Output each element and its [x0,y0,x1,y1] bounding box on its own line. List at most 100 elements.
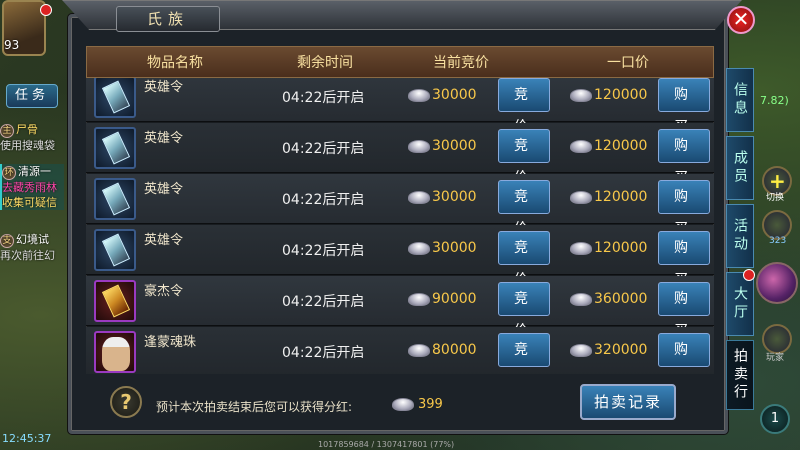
auction-record-button[interactable]: 拍卖记录 [580,384,676,420]
portrait-face [102,337,130,371]
silver-ingot-icon [408,242,430,255]
quest-main[interactable]: 主尸骨 使用搜魂袋 [0,122,64,153]
buyout-price: 120000 [594,87,648,103]
tab-info[interactable]: 信息 [726,68,754,132]
hero-token-icon[interactable] [94,78,136,118]
buyout-price: 120000 [594,138,648,154]
current-bid: 30000 [432,189,477,205]
quest-tag: 环 [2,166,16,180]
switch-label: 切换 [766,193,785,203]
notification-dot [40,4,52,16]
buyout-price: 120000 [594,189,648,205]
silver-ingot-icon [408,191,430,204]
tab-members[interactable]: 成员 [726,136,754,200]
time-left: 04:22后开启 [282,243,365,259]
game-clock: 12:45:37 [2,432,52,445]
quest-title: 幻境试 [16,233,49,246]
item-name: 英雄令 [144,182,184,197]
coordinate-readout: 7.82) [760,94,789,107]
table-row: 英雄令 04:22后开启 30000 竞 价 120000 购 买 [86,174,714,237]
token-shape [101,131,131,165]
token-shape [101,233,131,267]
bid-button[interactable]: 竞 价 [498,78,550,135]
table-row: 英雄令 04:22后开启 30000 竞 价 120000 购 买 [86,123,714,186]
item-name: 英雄令 [144,80,184,95]
silver-ingot-icon [570,140,592,153]
buyout-price: 120000 [594,240,648,256]
auction-rows: 英雄令04:22后开启30000竞 价120000购 买英雄令04:22后开启3… [86,78,714,374]
skill-orb-button[interactable] [756,262,798,304]
silver-ingot-icon [570,242,592,255]
silver-ingot-icon [570,191,592,204]
column-header-current-bid: 当前竞价 [433,55,489,71]
current-bid: 30000 [432,87,477,103]
tab-activity[interactable]: 活动 [726,204,754,268]
buy-button[interactable]: 购 买 [658,180,710,237]
player-label: 玩家 [766,353,785,363]
buy-button[interactable]: 购 买 [658,78,710,135]
quest-title: 尸骨 [16,123,38,136]
tab-label: 拍卖行 [732,348,748,402]
silver-ingot-icon [570,293,592,306]
buy-button[interactable]: 购 买 [658,231,710,288]
quest-detail: 使用搜魂袋 [0,139,55,152]
quest-detail: 再次前往幻 [0,249,55,262]
buy-button[interactable]: 购 买 [658,333,710,367]
quest-side[interactable]: 支幻境试 再次前往幻 [0,232,64,263]
quest-detail: 去藏秀雨林 [2,181,57,194]
bid-button[interactable]: 竞 价 [498,129,550,186]
buyout-price: 360000 [594,291,648,307]
help-icon[interactable]: ? [110,386,142,418]
dividend-value: 399 [418,397,443,412]
quest-tag: 主 [0,124,14,138]
bid-button[interactable]: 竞 价 [498,180,550,237]
column-header-buyout: 一口价 [607,55,649,71]
bid-button[interactable]: 竞 价 [498,282,550,339]
table-row: 英雄令 04:22后开启 30000 竞 价 120000 购 买 [86,78,714,135]
close-button[interactable]: ✕ [727,6,755,34]
buy-button[interactable]: 购 买 [658,282,710,339]
champion-token-icon[interactable] [94,280,136,322]
quest-title: 清源一 [18,165,51,178]
item-name: 豪杰令 [144,284,184,299]
bid-button[interactable]: 竞 价 [498,231,550,288]
token-shape [101,284,131,318]
corner-badge[interactable]: 1 [760,404,790,434]
debug-readout: 1017859684 / 1307417801 (77%) [318,440,455,449]
quest-tag: 支 [0,234,14,248]
current-bid: 90000 [432,291,477,307]
column-header-item-name: 物品名称 [147,55,203,71]
token-shape [101,80,131,114]
tab-label: 信息 [732,82,748,118]
time-left: 04:22后开启 [282,192,365,208]
table-header: 物品名称 剩余时间 当前竞价 一口价 [86,46,714,78]
buy-button[interactable]: 购 买 [658,129,710,186]
sword-count: 323 [769,236,787,246]
dialog-footer: ? 预计本次拍卖结束后您可以获得分红: 399 拍卖记录 [86,378,714,426]
tab-label: 大厅 [732,286,748,322]
soul-orb-portrait-icon[interactable] [94,331,136,373]
task-tab[interactable]: 任务 [6,84,58,108]
silver-ingot-icon [570,344,592,357]
silver-ingot-icon [408,293,430,306]
tab-auction-house[interactable]: 拍卖行 [726,340,754,410]
hero-token-icon[interactable] [94,178,136,220]
time-left: 04:22后开启 [282,90,365,106]
dialog-title: 氏族 [116,6,220,32]
quest-ring[interactable]: 环清源一 去藏秀雨林 收集可疑信 [0,164,64,210]
silver-ingot-icon [408,140,430,153]
bid-button[interactable]: 竞 价 [498,333,550,367]
hero-token-icon[interactable] [94,127,136,169]
item-name: 英雄令 [144,233,184,248]
notification-dot [743,269,755,281]
silver-ingot-icon [570,89,592,102]
table-row: 豪杰令 04:22后开启 90000 竞 价 360000 购 买 [86,276,714,339]
column-header-time-left: 剩余时间 [297,55,353,71]
current-bid: 80000 [432,342,477,358]
silver-ingot-icon [408,89,430,102]
table-row: 逢蒙魂珠 04:22后开启 80000 竞 价 320000 购 买 [86,327,714,374]
time-left: 04:22后开启 [282,294,365,310]
tab-hall[interactable]: 大厅 [726,269,755,336]
current-bid: 30000 [432,240,477,256]
hero-token-icon[interactable] [94,229,136,271]
